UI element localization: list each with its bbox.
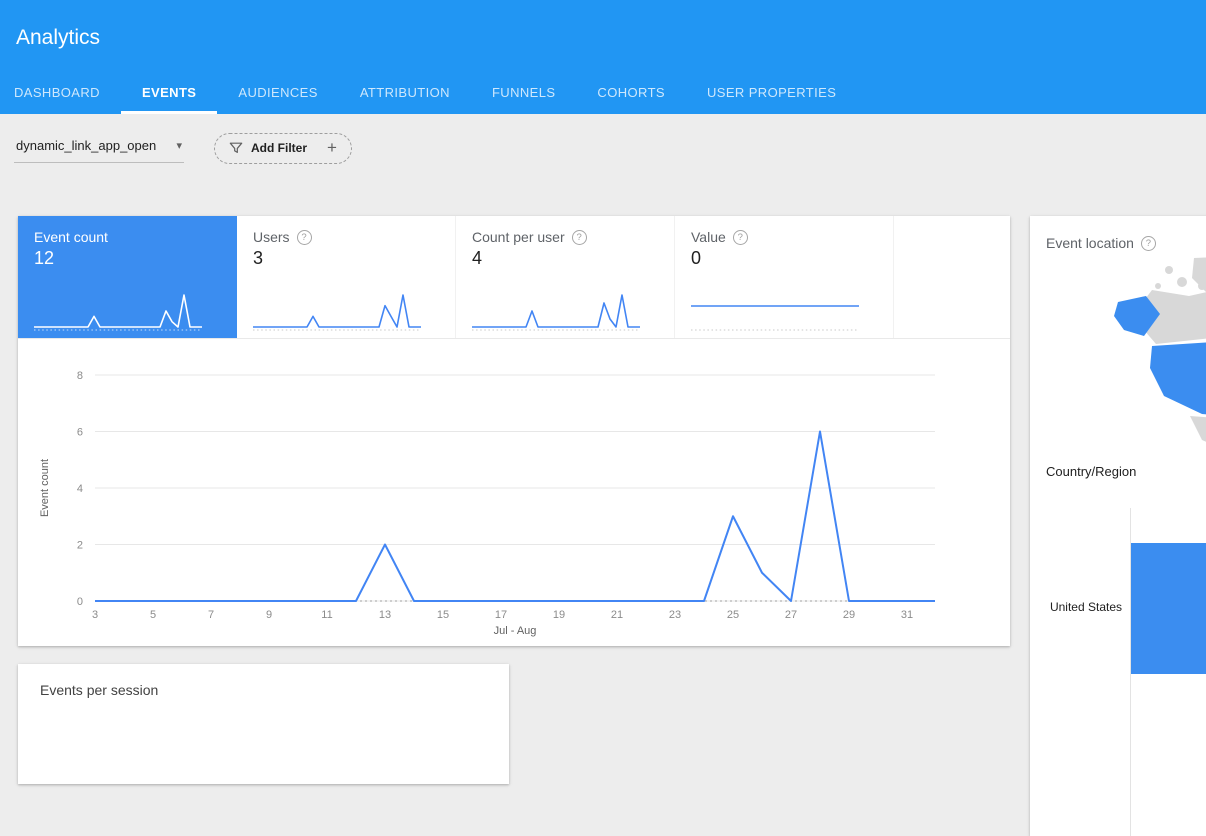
svg-text:19: 19	[553, 609, 565, 621]
page-title: Analytics	[0, 0, 1206, 50]
metric-value: 12	[34, 248, 220, 269]
svg-text:29: 29	[843, 609, 855, 621]
help-icon[interactable]: ?	[733, 230, 748, 245]
svg-text:Event count: Event count	[39, 459, 51, 517]
arctic-island-shape	[1165, 266, 1173, 274]
tab-cohorts[interactable]: COHORTS	[576, 73, 686, 114]
sparkline-chart	[32, 286, 220, 332]
svg-text:27: 27	[785, 609, 797, 621]
sparkline-chart	[689, 286, 877, 332]
app-header: Analytics DASHBOARD EVENTS AUDIENCES ATT…	[0, 0, 1206, 114]
svg-text:3: 3	[92, 609, 98, 621]
svg-text:23: 23	[669, 609, 681, 621]
metric-value: 3	[253, 248, 439, 269]
metric-value: 0	[691, 248, 877, 269]
arctic-island-shape	[1198, 282, 1206, 290]
metric-label: Count per user	[472, 229, 565, 245]
event-selector-dropdown[interactable]: dynamic_link_app_open ▾	[14, 134, 184, 163]
event-location-card: Event location ? Country/Region United S…	[1030, 216, 1206, 836]
svg-text:13: 13	[379, 609, 391, 621]
tab-dashboard[interactable]: DASHBOARD	[0, 73, 121, 114]
add-filter-button[interactable]: Add Filter +	[214, 133, 352, 164]
add-filter-label: Add Filter	[251, 141, 307, 155]
filter-icon	[229, 141, 243, 155]
svg-text:31: 31	[901, 609, 913, 621]
united-states-bar[interactable]	[1131, 543, 1206, 674]
svg-text:25: 25	[727, 609, 739, 621]
svg-text:21: 21	[611, 609, 623, 621]
svg-text:7: 7	[208, 609, 214, 621]
event-count-line-chart: 0 2 4 6 8 3 5 7 9 11 13 15 17 19 21 23 25 27 29 31 Jul - Aug…	[18, 339, 1010, 646]
event-metrics-card: Event count ? 12 Users ? 3 Count per use…	[18, 216, 1010, 646]
tab-audiences[interactable]: AUDIENCES	[217, 73, 338, 114]
filter-bar: dynamic_link_app_open ▾ Add Filter +	[0, 114, 1206, 164]
svg-text:17: 17	[495, 609, 507, 621]
tab-attribution[interactable]: ATTRIBUTION	[339, 73, 471, 114]
arctic-island-shape	[1155, 283, 1161, 289]
svg-text:4: 4	[77, 483, 83, 495]
mexico-shape	[1190, 416, 1206, 454]
arctic-island-shape	[1177, 277, 1187, 287]
events-per-session-title: Events per session	[18, 664, 509, 698]
metric-tab-count-per-user[interactable]: Count per user ? 4	[456, 216, 675, 338]
svg-text:2: 2	[77, 540, 83, 552]
metric-label: Event count	[34, 229, 108, 245]
svg-text:6: 6	[77, 427, 83, 439]
svg-text:5: 5	[150, 609, 156, 621]
metric-label: Value	[691, 229, 726, 245]
metric-tabs: Event count ? 12 Users ? 3 Count per use…	[18, 216, 1010, 339]
svg-text:8: 8	[77, 370, 83, 382]
events-per-session-card: Events per session	[18, 664, 509, 784]
event-location-title: Event location	[1046, 235, 1134, 251]
metric-tab-event-count[interactable]: Event count ? 12	[18, 216, 237, 338]
svg-text:15: 15	[437, 609, 449, 621]
svg-text:9: 9	[266, 609, 272, 621]
plus-icon: +	[327, 138, 337, 158]
help-icon[interactable]: ?	[1141, 236, 1156, 251]
metric-value: 4	[472, 248, 658, 269]
svg-text:0: 0	[77, 596, 83, 608]
tab-events[interactable]: EVENTS	[121, 73, 217, 114]
header-tabs: DASHBOARD EVENTS AUDIENCES ATTRIBUTION F…	[0, 73, 857, 114]
svg-text:Jul - Aug: Jul - Aug	[494, 625, 537, 637]
tab-user-properties[interactable]: USER PROPERTIES	[686, 73, 857, 114]
chevron-down-icon: ▾	[176, 139, 182, 152]
svg-text:11: 11	[321, 609, 332, 621]
country-label: United States	[1030, 600, 1122, 614]
country-region-label: Country/Region	[1046, 464, 1136, 479]
event-selector-value: dynamic_link_app_open	[16, 138, 156, 153]
page: Analytics DASHBOARD EVENTS AUDIENCES ATT…	[0, 0, 1206, 164]
metric-label: Users	[253, 229, 290, 245]
sparkline-chart	[251, 286, 439, 332]
tab-funnels[interactable]: FUNNELS	[471, 73, 576, 114]
help-icon[interactable]: ?	[297, 230, 312, 245]
help-icon[interactable]: ?	[572, 230, 587, 245]
united-states-shape	[1150, 340, 1206, 420]
north-america-map	[1094, 256, 1206, 456]
sparkline-chart	[470, 286, 658, 332]
metric-tab-users[interactable]: Users ? 3	[237, 216, 456, 338]
metric-tab-value[interactable]: Value ? 0	[675, 216, 894, 338]
